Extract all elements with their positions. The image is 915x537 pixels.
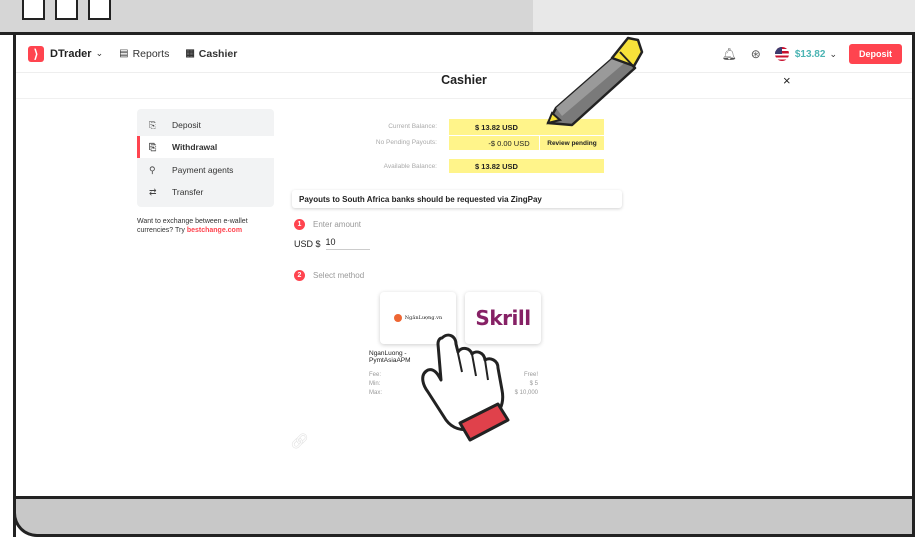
- highlighter-icon: [546, 36, 644, 127]
- highlighter-pen-illustration: [421, 36, 644, 442]
- pointing-hand-icon: [421, 333, 510, 442]
